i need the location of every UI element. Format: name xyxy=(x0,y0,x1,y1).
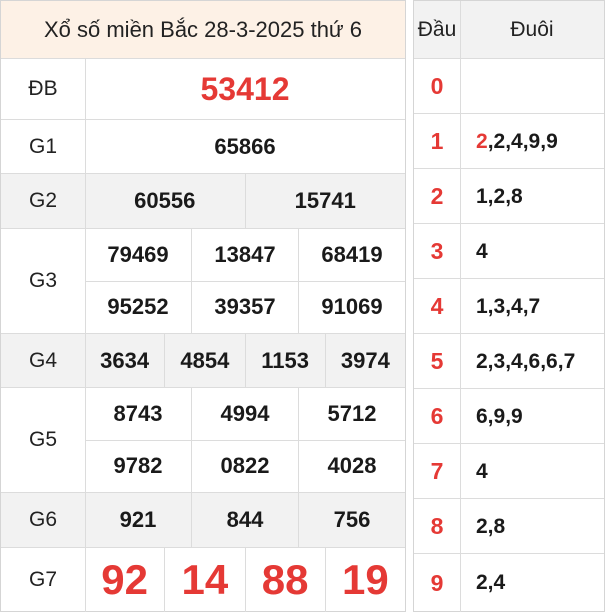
prize-number: 5712 xyxy=(298,388,405,440)
results-title: Xổ số miền Bắc 28-3-2025 thứ 6 xyxy=(1,1,405,58)
loto-row: 7 4 xyxy=(414,443,604,499)
prize-label: G5 xyxy=(1,388,86,492)
loto-dau: 6 xyxy=(414,389,461,444)
prize-number: 68419 xyxy=(298,229,405,281)
prize-row-g1: G1 65866 xyxy=(1,119,405,173)
prize-row-g6: G6 921 844 756 xyxy=(1,492,405,547)
prize-row-g7: G7 92 14 88 19 xyxy=(1,547,405,612)
loto-dau: 2 xyxy=(414,169,461,224)
prize-number: 4994 xyxy=(191,388,298,440)
results-table: Xổ số miền Bắc 28-3-2025 thứ 6 ĐB 53412 … xyxy=(0,0,406,612)
loto-duoi: 4 xyxy=(476,239,488,263)
prize-number: 0822 xyxy=(191,440,298,492)
loto-dau: 8 xyxy=(414,499,461,554)
prize-number: 91069 xyxy=(298,281,405,333)
prize-label: G1 xyxy=(1,120,86,173)
loto-row: 9 2,4 xyxy=(414,553,604,612)
prize-number: 39357 xyxy=(191,281,298,333)
loto-table: Đầu Đuôi 0 1 2,2,4,9,9 2 1,2,8 3 4 4 1,3… xyxy=(413,0,605,612)
loto-duoi: 2,4 xyxy=(476,571,506,594)
loto-duoi: 6,9,9 xyxy=(476,404,523,428)
prize-number: 65866 xyxy=(214,133,276,159)
prize-label: G6 xyxy=(1,493,86,547)
prize-number: 92 xyxy=(101,556,148,603)
prize-number: 9782 xyxy=(113,453,163,479)
loto-dau: 4 xyxy=(414,279,461,334)
loto-duoi: 1,3,4,7 xyxy=(476,294,541,318)
loto-dau: 1 xyxy=(414,114,461,169)
prize-number: 756 xyxy=(298,493,405,547)
prize-number: 14 xyxy=(164,548,244,612)
prize-number: 921 xyxy=(119,507,157,532)
prize-number: 3974 xyxy=(324,334,405,387)
loto-duoi: 2,3,4,6,6,7 xyxy=(476,349,576,373)
loto-duoi: 4 xyxy=(476,459,488,483)
loto-duoi: 2,8 xyxy=(476,514,506,538)
loto-row: 8 2,8 xyxy=(414,498,604,554)
prize-number: 844 xyxy=(191,493,298,547)
loto-row: 0 xyxy=(414,58,604,114)
loto-header: Đầu Đuôi xyxy=(414,1,604,58)
loto-row: 4 1,3,4,7 xyxy=(414,278,604,334)
prize-label: G7 xyxy=(1,548,86,612)
loto-dau: 9 xyxy=(414,554,461,612)
prize-row-g4: G4 3634 4854 1153 3974 xyxy=(1,333,405,387)
prize-number: 8743 xyxy=(113,400,163,426)
loto-dau: 5 xyxy=(414,334,461,389)
loto-dau: 3 xyxy=(414,224,461,279)
prize-number: 15741 xyxy=(244,174,406,228)
prize-row-db: ĐB 53412 xyxy=(1,58,405,119)
prize-number: 19 xyxy=(324,548,405,612)
prize-number: 13847 xyxy=(191,229,298,281)
loto-row: 6 6,9,9 xyxy=(414,388,604,444)
loto-duoi: 2,2,4,9,9 xyxy=(476,129,558,153)
prize-label: G3 xyxy=(1,229,86,333)
loto-row: 1 2,2,4,9,9 xyxy=(414,113,604,169)
prize-row-g2: G2 60556 15741 xyxy=(1,173,405,228)
loto-dau: 7 xyxy=(414,444,461,499)
loto-dau: 0 xyxy=(414,59,461,114)
loto-row: 5 2,3,4,6,6,7 xyxy=(414,333,604,389)
prize-row-g5: G5 8743 4994 5712 9782 0822 4028 xyxy=(1,387,405,492)
prize-number: 4854 xyxy=(164,334,244,387)
loto-duoi: 1,2,8 xyxy=(476,184,523,208)
header-duoi: Đuôi xyxy=(510,17,554,41)
prize-number: 3634 xyxy=(100,347,150,373)
prize-label: G2 xyxy=(1,174,86,228)
prize-number: 1153 xyxy=(244,334,325,387)
loto-row: 2 1,2,8 xyxy=(414,168,604,224)
loto-row: 3 4 xyxy=(414,223,604,279)
prize-number: 53412 xyxy=(200,70,290,107)
prize-number: 88 xyxy=(244,548,325,612)
prize-number: 4028 xyxy=(298,440,405,492)
header-dau: Đầu xyxy=(414,1,461,58)
prize-row-g3: G3 79469 13847 68419 95252 39357 91069 xyxy=(1,228,405,333)
prize-number: 95252 xyxy=(107,294,169,320)
prize-label: G4 xyxy=(1,334,86,387)
prize-label: ĐB xyxy=(1,59,86,119)
prize-number: 60556 xyxy=(134,188,196,213)
prize-number: 79469 xyxy=(107,241,169,267)
